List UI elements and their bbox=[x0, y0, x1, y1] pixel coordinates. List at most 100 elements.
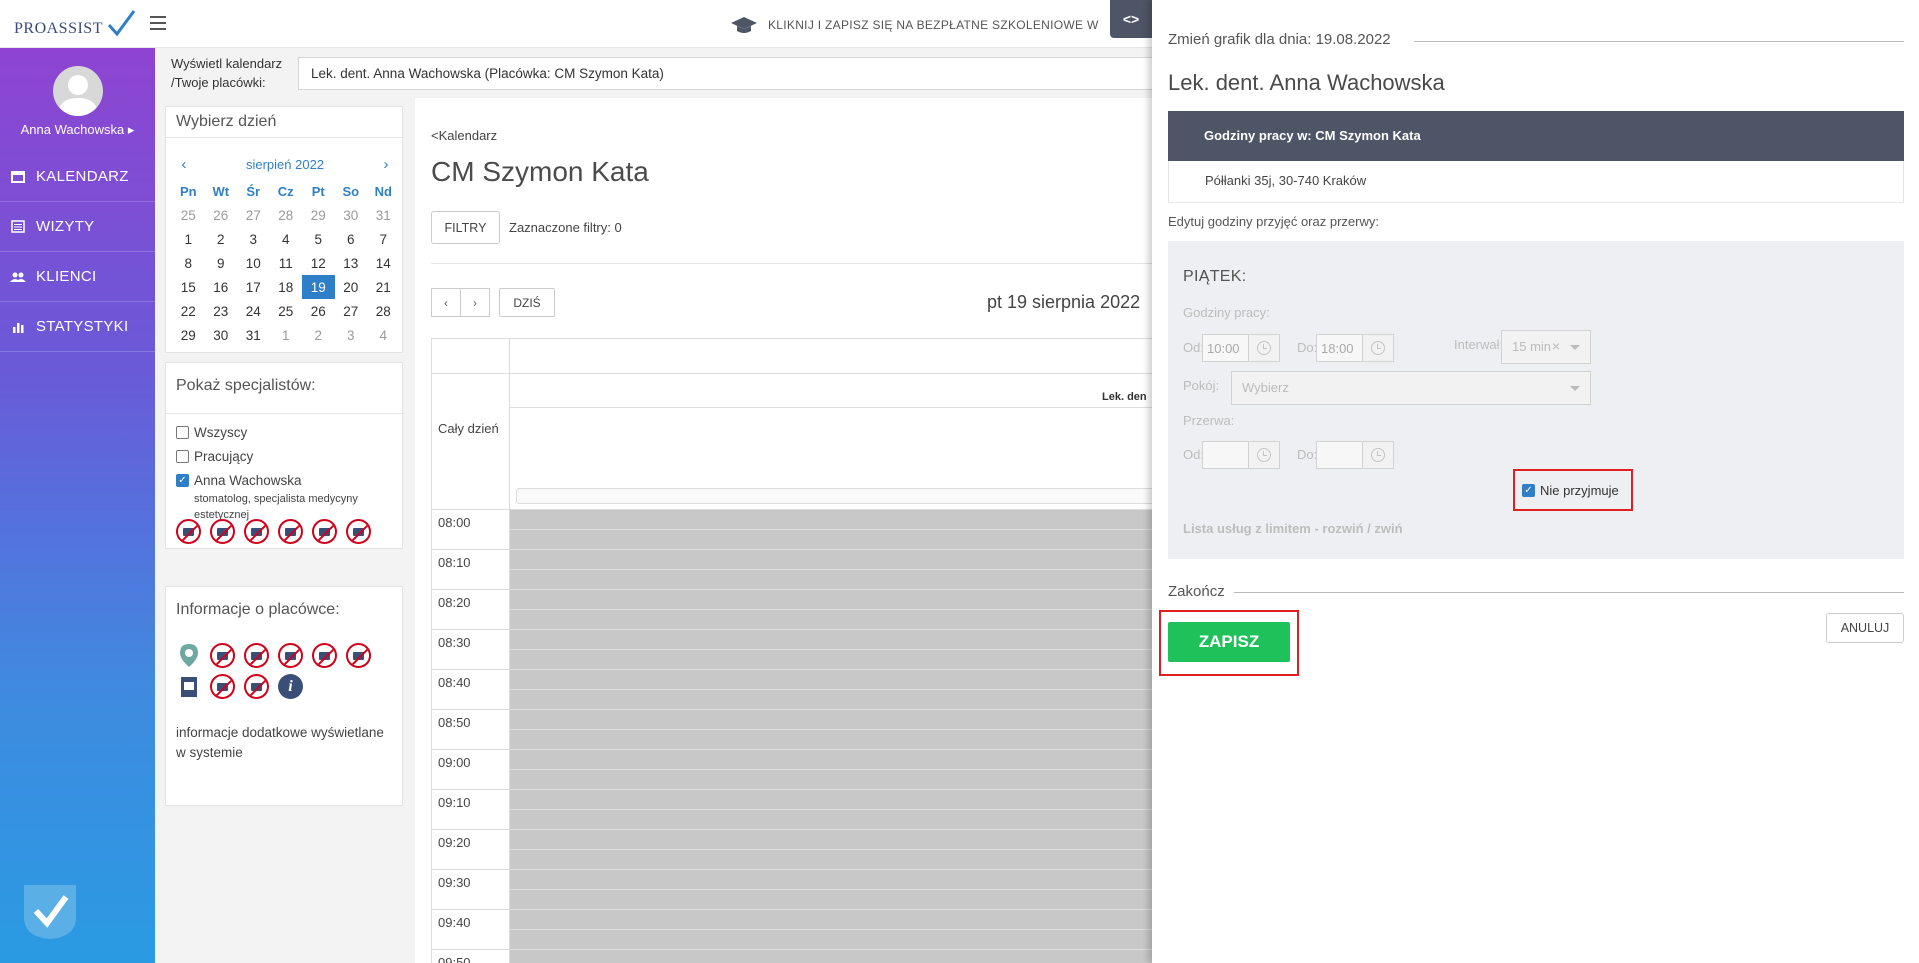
unavailable-slot[interactable] bbox=[510, 830, 1156, 869]
calendar-day[interactable]: 3 bbox=[335, 323, 368, 347]
nav-item-kalendarz[interactable]: KALENDARZ bbox=[0, 152, 155, 202]
calendar-day[interactable]: 31 bbox=[367, 203, 400, 227]
menu-toggle-icon[interactable] bbox=[150, 16, 166, 30]
calendar-day[interactable]: 26 bbox=[302, 299, 335, 323]
unavailable-slot[interactable] bbox=[510, 670, 1156, 709]
calendar-day[interactable]: 22 bbox=[172, 299, 205, 323]
cancel-button[interactable]: ANULUJ bbox=[1826, 613, 1904, 643]
calendar-day[interactable]: 3 bbox=[237, 227, 270, 251]
calendar-day[interactable]: 21 bbox=[367, 275, 400, 299]
calendar-day[interactable]: 9 bbox=[205, 251, 238, 275]
calendar-day[interactable]: 28 bbox=[367, 299, 400, 323]
break-to-value[interactable] bbox=[1317, 442, 1363, 468]
user-name-menu[interactable]: Anna Wachowska ▸ bbox=[0, 122, 155, 138]
map-pin-icon[interactable] bbox=[176, 643, 201, 668]
checkbox[interactable] bbox=[176, 426, 189, 439]
calendar-day[interactable]: 11 bbox=[270, 251, 303, 275]
unavailable-slot[interactable] bbox=[510, 790, 1156, 829]
today-button[interactable]: DZIŚ bbox=[499, 288, 555, 317]
calendar-day-selected[interactable]: 19 bbox=[302, 275, 335, 299]
calendar-day[interactable]: 14 bbox=[367, 251, 400, 275]
clock-icon[interactable] bbox=[1363, 335, 1393, 361]
filter-all-checkbox[interactable]: Wszyscy bbox=[176, 425, 247, 440]
calendar-day[interactable]: 4 bbox=[270, 227, 303, 251]
services-limit-toggle-link[interactable]: Lista usług z limitem - rozwiń / zwiń bbox=[1183, 521, 1403, 536]
break-to-input[interactable] bbox=[1316, 441, 1394, 469]
calendar-day[interactable]: 29 bbox=[302, 203, 335, 227]
calendar-day[interactable]: 17 bbox=[237, 275, 270, 299]
calendar-day[interactable]: 25 bbox=[172, 203, 205, 227]
checkbox-checked[interactable]: ✓ bbox=[176, 474, 189, 487]
calendar-day[interactable]: 1 bbox=[270, 323, 303, 347]
calendar-day[interactable]: 27 bbox=[237, 203, 270, 227]
prev-day-button[interactable]: ‹ bbox=[431, 288, 461, 317]
work-to-input[interactable]: 18:00 bbox=[1316, 334, 1394, 362]
clear-icon[interactable]: × bbox=[1552, 338, 1560, 354]
calendar-day[interactable]: 12 bbox=[302, 251, 335, 275]
interval-select[interactable]: 15 min × bbox=[1501, 330, 1591, 364]
clock-icon[interactable] bbox=[1249, 442, 1279, 468]
unavailable-slot[interactable] bbox=[510, 710, 1156, 749]
calendar-day[interactable]: 7 bbox=[367, 227, 400, 251]
calendar-day[interactable]: 26 bbox=[205, 203, 238, 227]
filter-working-checkbox[interactable]: Pracujący bbox=[176, 449, 253, 464]
clock-icon[interactable] bbox=[1363, 442, 1393, 468]
work-from-value[interactable]: 10:00 bbox=[1203, 335, 1249, 361]
unavailable-slot[interactable] bbox=[510, 950, 1156, 963]
calendar-day[interactable]: 20 bbox=[335, 275, 368, 299]
calendar-day[interactable]: 13 bbox=[335, 251, 368, 275]
filters-button[interactable]: FILTRY bbox=[431, 211, 500, 244]
work-from-input[interactable]: 10:00 bbox=[1202, 334, 1280, 362]
unavailable-slot[interactable] bbox=[510, 870, 1156, 909]
calendar-day[interactable]: 16 bbox=[205, 275, 238, 299]
proassist-logo[interactable]: PROASSIST bbox=[14, 8, 138, 42]
calendar-day[interactable]: 5 bbox=[302, 227, 335, 251]
room-select[interactable]: Wybierz bbox=[1231, 371, 1591, 405]
info-icon[interactable]: i bbox=[278, 674, 303, 699]
calendar-day[interactable]: 24 bbox=[237, 299, 270, 323]
prev-month-icon[interactable]: ‹ bbox=[174, 156, 194, 173]
calendar-day[interactable]: 6 bbox=[335, 227, 368, 251]
calendar-day[interactable]: 10 bbox=[237, 251, 270, 275]
save-button[interactable]: ZAPISZ bbox=[1168, 622, 1290, 662]
training-promo-link[interactable]: KLIKNIJ I ZAPISZ SIĘ NA BEZPŁATNE SZKOLE… bbox=[730, 14, 1099, 36]
calendar-day[interactable]: 1 bbox=[172, 227, 205, 251]
back-to-calendar-link[interactable]: <Kalendarz bbox=[431, 128, 497, 143]
work-to-value[interactable]: 18:00 bbox=[1317, 335, 1363, 361]
unavailable-slot[interactable] bbox=[510, 550, 1156, 589]
unavailable-slot[interactable] bbox=[510, 750, 1156, 789]
calendar-day[interactable]: 30 bbox=[335, 203, 368, 227]
nav-item-klienci[interactable]: KLIENCI bbox=[0, 252, 155, 302]
checkbox[interactable] bbox=[176, 450, 189, 463]
avatar[interactable] bbox=[53, 66, 103, 116]
not-accepting-checkbox[interactable]: ✓ Nie przyjmuje bbox=[1513, 469, 1633, 511]
nav-item-statystyki[interactable]: STATYSTYKI bbox=[0, 302, 155, 352]
collapse-panel-button[interactable]: <> bbox=[1110, 0, 1152, 38]
calendar-day[interactable]: 23 bbox=[205, 299, 238, 323]
calendar-day[interactable]: 31 bbox=[237, 323, 270, 347]
next-month-icon[interactable]: › bbox=[376, 156, 396, 173]
filter-specialist-checkbox[interactable]: ✓ Anna Wachowska bbox=[176, 473, 302, 488]
unavailable-slot[interactable] bbox=[510, 590, 1156, 629]
break-from-input[interactable] bbox=[1202, 441, 1280, 469]
next-day-button[interactable]: › bbox=[460, 288, 490, 317]
calendar-day[interactable]: 18 bbox=[270, 275, 303, 299]
unavailable-slot[interactable] bbox=[510, 910, 1156, 949]
calendar-day[interactable]: 15 bbox=[172, 275, 205, 299]
all-day-slot[interactable] bbox=[516, 488, 1156, 504]
calendar-day[interactable]: 8 bbox=[172, 251, 205, 275]
break-from-value[interactable] bbox=[1203, 442, 1249, 468]
unavailable-slot[interactable] bbox=[510, 630, 1156, 669]
calendar-day[interactable]: 29 bbox=[172, 323, 205, 347]
clinic-select[interactable]: Lek. dent. Anna Wachowska (Placówka: CM … bbox=[298, 57, 1158, 90]
calendar-day[interactable]: 27 bbox=[335, 299, 368, 323]
unavailable-slot[interactable] bbox=[510, 510, 1156, 549]
checkbox-checked[interactable]: ✓ bbox=[1522, 483, 1535, 497]
calendar-day[interactable]: 2 bbox=[302, 323, 335, 347]
clock-icon[interactable] bbox=[1249, 335, 1279, 361]
calendar-day[interactable]: 25 bbox=[270, 299, 303, 323]
nav-item-wizyty[interactable]: WIZYTY bbox=[0, 202, 155, 252]
calendar-day[interactable]: 28 bbox=[270, 203, 303, 227]
month-label[interactable]: sierpień 2022 bbox=[246, 157, 324, 172]
calendar-day[interactable]: 4 bbox=[367, 323, 400, 347]
